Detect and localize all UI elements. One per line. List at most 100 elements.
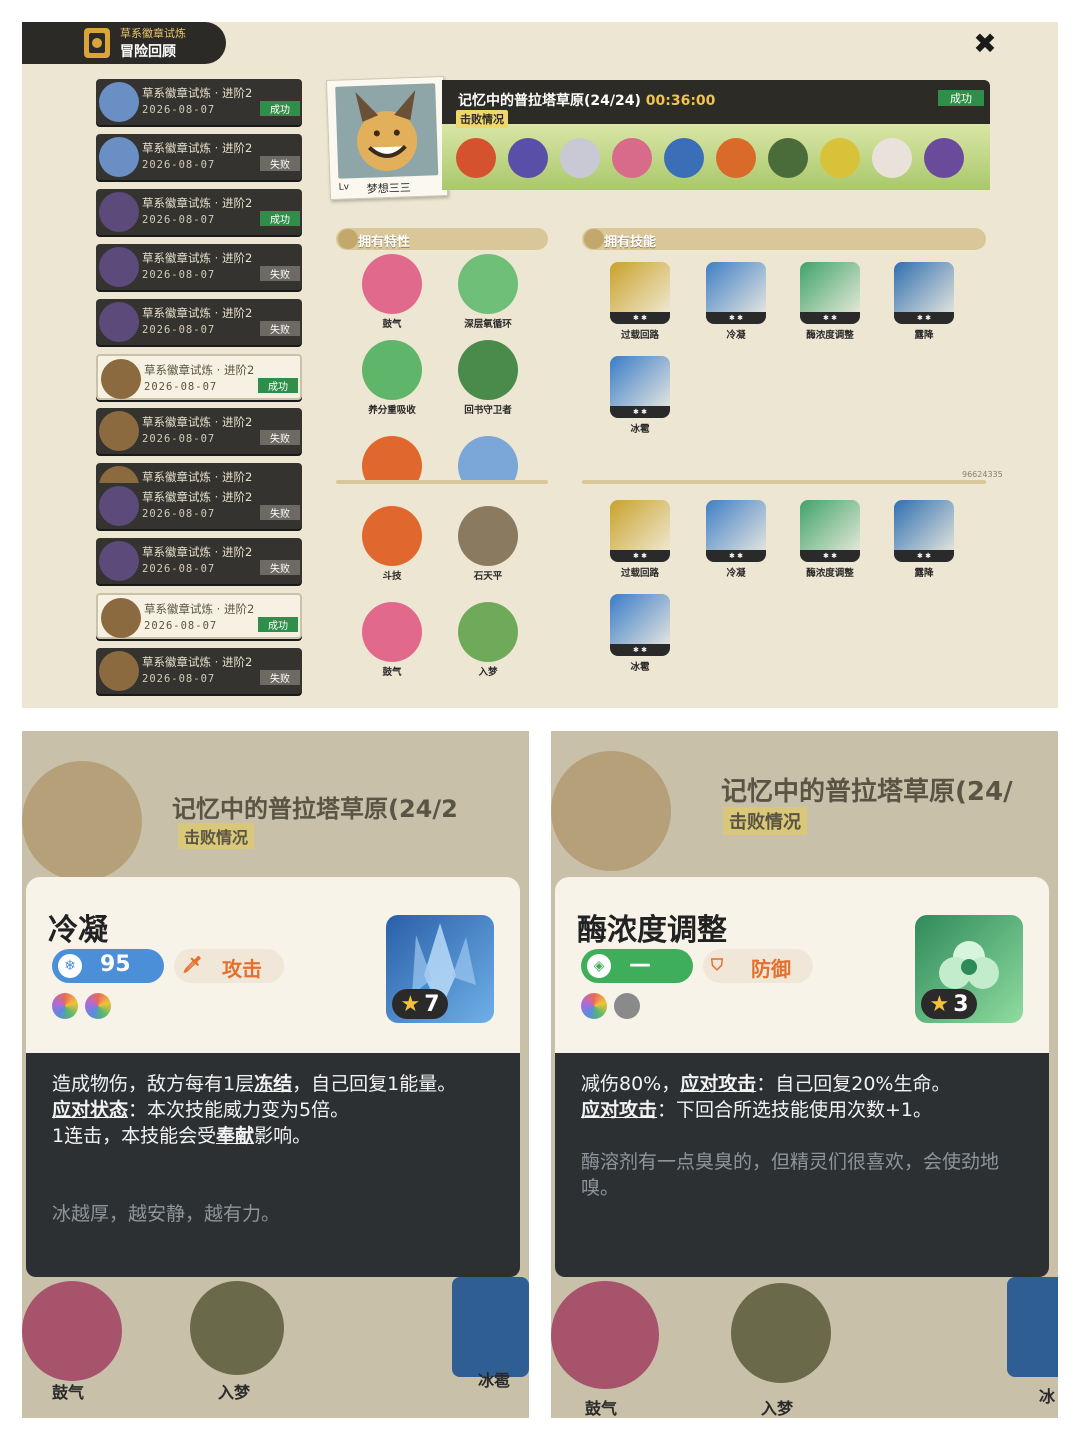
history-item[interactable]: 草系徽章试炼 · 进阶2 2026-08-07 失败 <box>96 299 302 345</box>
section-divider-traits <box>336 480 548 484</box>
keyword-respond-attack[interactable]: 应对攻击 <box>581 1099 657 1121</box>
skill-art: ★ 7 <box>386 915 494 1023</box>
bg-portrait <box>22 761 142 881</box>
history-item[interactable]: 草系徽章试炼 · 进阶2 2026-08-07 失败 <box>96 244 302 290</box>
skill-label: 冰雹 <box>630 424 650 435</box>
history-item[interactable]: 草系徽章试炼 · 进阶2 2026-08-07 失败 <box>96 483 302 529</box>
energy-value: — <box>629 952 651 977</box>
trait-icon <box>362 602 422 662</box>
skill-icon-hail[interactable] <box>452 1277 529 1377</box>
history-title: 草系徽章试炼 · 进阶2 <box>142 86 253 100</box>
history-title: 草系徽章试炼 · 进阶2 <box>142 141 253 155</box>
trait-item[interactable]: 石天平 <box>456 506 520 582</box>
trait-label: 鼓气 <box>382 667 402 678</box>
trait-icon-guqi[interactable] <box>22 1281 122 1381</box>
energy-value: 95 <box>100 952 131 977</box>
history-item[interactable]: 草系徽章试炼 · 进阶2 2026-08-07 失败 <box>96 408 302 454</box>
header-ribbon: 草系徽章试炼 冒险回顾 <box>22 22 226 64</box>
close-button[interactable]: ✖ <box>970 27 1000 60</box>
trait-icon-rumeng[interactable] <box>190 1281 284 1375</box>
trait-icon-rumeng[interactable] <box>731 1283 831 1383</box>
keyword-freeze[interactable]: 冻结 <box>254 1073 292 1095</box>
popup-body: 减伤80%，应对攻击：自己回复20%生命。 应对攻击：下回合所选技能使用次数+1… <box>555 1053 1049 1277</box>
trait-item[interactable]: 深层氧循环 <box>456 254 520 330</box>
skill-element-icons: ✱ ✱ <box>706 312 766 324</box>
trait-item[interactable]: 入梦 <box>456 602 520 678</box>
skill-item[interactable]: ✱ ✱ 酶浓度调整 <box>798 500 862 579</box>
trait-item[interactable] <box>360 436 424 482</box>
star-cost: ★ 3 <box>921 989 977 1019</box>
bottom-skill-label: 冰雹 <box>478 1371 511 1390</box>
skill-item[interactable]: ✱ ✱ 冷凝 <box>704 262 768 341</box>
history-title: 草系徽章试炼 · 进阶2 <box>142 415 253 429</box>
history-item[interactable]: 草系徽章试炼 · 进阶2 2026-08-07 失败 <box>96 538 302 584</box>
category-label: 防御 <box>751 957 791 981</box>
skill-element-icons: ✱ ✱ <box>610 550 670 562</box>
skill-label: 露降 <box>914 568 934 579</box>
keyword-respond-status[interactable]: 应对状态 <box>52 1099 128 1121</box>
skill-item[interactable]: ✱ ✱ 过载回路 <box>608 262 672 341</box>
skill-icon: ✱ ✱ <box>706 500 766 562</box>
skill-element-icons: ✱ ✱ <box>800 312 860 324</box>
category-label: 攻击 <box>222 957 262 981</box>
battle-time: 00:36:00 <box>645 93 716 109</box>
history-avatar <box>99 247 139 287</box>
uid-label: 96624335 <box>962 470 1003 479</box>
history-item[interactable]: 草系徽章试炼 · 进阶2 2026-08-07 失败 <box>96 648 302 694</box>
skill-label: 露降 <box>914 330 934 341</box>
history-item[interactable]: 草系徽章试炼 · 进阶2 2026-08-07 成功 <box>96 354 302 400</box>
skill-flavor-text: 冰越厚，越安静，越有力。 <box>52 1203 281 1225</box>
skill-label: 过载回路 <box>620 568 659 579</box>
skill-art: ★ 3 <box>915 915 1023 1023</box>
history-date: 2026-08-07 <box>142 508 216 520</box>
bg-portrait <box>551 751 671 871</box>
history-date: 2026-08-07 <box>142 433 216 445</box>
map-name: 记忆中的普拉塔草原(24/24) <box>458 93 641 109</box>
keyword-respond-attack[interactable]: 应对攻击 <box>680 1073 756 1095</box>
rainbow-gem-icon <box>52 993 78 1019</box>
skill-item[interactable]: ✱ ✱ 酶浓度调整 <box>798 262 862 341</box>
skill-description: 减伤80%，应对攻击：自己回复20%生命。 应对攻击：下回合所选技能使用次数+1… <box>581 1073 951 1121</box>
history-item[interactable]: 草系徽章试炼 · 进阶2 2026-08-07 成功 <box>96 79 302 125</box>
history-date: 2026-08-07 <box>142 214 216 226</box>
skill-item[interactable]: ✱ ✱ 露降 <box>892 500 956 579</box>
skill-icon: ✱ ✱ <box>610 594 670 656</box>
history-result-badge: 失败 <box>260 505 300 520</box>
skill-title: 冷凝 <box>48 913 108 948</box>
sword-icon: 🗡 <box>182 955 203 974</box>
trait-icon <box>362 340 422 400</box>
skill-element-icons: ✱ ✱ <box>610 312 670 324</box>
skill-item[interactable]: ✱ ✱ 过载回路 <box>608 500 672 579</box>
trait-label: 鼓气 <box>382 319 402 330</box>
history-item[interactable]: 草系徽章试炼 · 进阶2 2026-08-07 成功 <box>96 189 302 235</box>
trait-item[interactable]: 鼓气 <box>360 602 424 678</box>
trait-item[interactable]: 鼓气 <box>360 254 424 330</box>
skill-element-icons: ✱ ✱ <box>894 550 954 562</box>
skill-icon-hail[interactable] <box>1007 1277 1058 1377</box>
skill-item[interactable]: ✱ ✱ 冰雹 <box>608 356 672 435</box>
trait-item[interactable]: 斗技 <box>360 506 424 582</box>
player-portrait <box>335 83 439 179</box>
gray-gem-icon <box>614 993 641 1019</box>
skill-item[interactable]: ✱ ✱ 冷凝 <box>704 500 768 579</box>
trait-item[interactable]: 养分重吸收 <box>360 340 424 416</box>
trait-item[interactable]: 回书守卫者 <box>456 340 520 416</box>
trait-icon-guqi[interactable] <box>551 1281 659 1389</box>
history-date: 2026-08-07 <box>142 104 216 116</box>
energy-pill: ❄ 95 <box>52 949 164 983</box>
skill-item[interactable]: ✱ ✱ 冰雹 <box>608 594 672 673</box>
trait-icon <box>362 254 422 314</box>
history-item[interactable]: 草系徽章试炼 · 进阶2 2026-08-07 成功 <box>96 593 302 639</box>
history-item[interactable]: 草系徽章试炼 · 进阶2 2026-08-07 失败 <box>96 134 302 180</box>
energy-pill: ◈ — <box>581 949 693 983</box>
skill-item[interactable]: ✱ ✱ 露降 <box>892 262 956 341</box>
trait-item[interactable] <box>456 436 520 482</box>
skill-icon: ✱ ✱ <box>894 500 954 562</box>
trait-icon <box>362 506 422 566</box>
skill-label: 冷凝 <box>726 330 746 341</box>
defeated-monster-icon <box>456 138 496 178</box>
keyword-devotion[interactable]: 奉献 <box>216 1125 254 1147</box>
history-avatar <box>99 302 139 342</box>
skill-label: 冰雹 <box>630 662 650 673</box>
history-avatar <box>99 651 139 691</box>
